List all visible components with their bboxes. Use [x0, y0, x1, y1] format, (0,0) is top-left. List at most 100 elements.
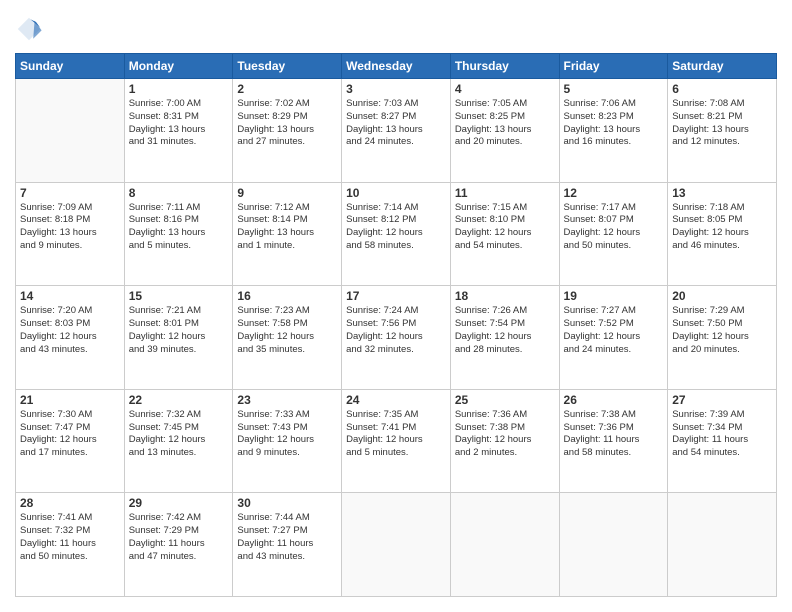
calendar-cell: 30 Sunrise: 7:44 AM Sunset: 7:27 PM Dayli… — [233, 493, 342, 597]
cell-info: Sunrise: 7:26 AM Sunset: 7:54 PM Dayligh… — [455, 305, 555, 356]
calendar-cell: 2Sunrise: 7:02 AM Sunset: 8:29 PM Daylig… — [233, 79, 342, 183]
day-number: 14 — [20, 289, 120, 303]
cell-info: Sunrise: 7:32 AM Sunset: 7:45 PM Dayligh… — [129, 409, 229, 460]
day-number: 7 — [20, 186, 120, 200]
header — [15, 15, 777, 43]
calendar-week-0: 1Sunrise: 7:00 AM Sunset: 8:31 PM Daylig… — [16, 79, 777, 183]
calendar-cell: 18 Sunrise: 7:26 AM Sunset: 7:54 PM Dayli… — [450, 286, 559, 390]
cell-info: Sunrise: 7:11 AM Sunset: 8:16 PM Dayligh… — [129, 202, 229, 253]
cell-info: Sunrise: 7:44 AM Sunset: 7:27 PM Dayligh… — [237, 512, 337, 563]
cell-info: Sunrise: 7:09 AM Sunset: 8:18 PM Dayligh… — [20, 202, 120, 253]
calendar-week-2: 14 Sunrise: 7:20 AM Sunset: 8:03 PM Dayli… — [16, 286, 777, 390]
day-number: 15 — [129, 289, 229, 303]
cell-info: Sunrise: 7:15 AM Sunset: 8:10 PM Dayligh… — [455, 202, 555, 253]
day-number: 26 — [564, 393, 664, 407]
calendar-cell — [450, 493, 559, 597]
calendar-week-4: 28 Sunrise: 7:41 AM Sunset: 7:32 PM Dayli… — [16, 493, 777, 597]
day-header-sunday: Sunday — [16, 54, 125, 79]
calendar-cell — [16, 79, 125, 183]
day-number: 24 — [346, 393, 446, 407]
day-number: 3 — [346, 82, 446, 96]
cell-info: Sunrise: 7:08 AM Sunset: 8:21 PM Dayligh… — [672, 98, 772, 149]
calendar-cell: 11 Sunrise: 7:15 AM Sunset: 8:10 PM Dayli… — [450, 182, 559, 286]
cell-info: Sunrise: 7:18 AM Sunset: 8:05 PM Dayligh… — [672, 202, 772, 253]
day-header-saturday: Saturday — [668, 54, 777, 79]
day-header-monday: Monday — [124, 54, 233, 79]
calendar-cell: 21Sunrise: 7:30 AM Sunset: 7:47 PM Dayli… — [16, 389, 125, 493]
cell-info: Sunrise: 7:41 AM Sunset: 7:32 PM Dayligh… — [20, 512, 120, 563]
calendar-week-1: 7 Sunrise: 7:09 AM Sunset: 8:18 PM Daylig… — [16, 182, 777, 286]
calendar-cell: 14 Sunrise: 7:20 AM Sunset: 8:03 PM Dayli… — [16, 286, 125, 390]
cell-info: Sunrise: 7:06 AM Sunset: 8:23 PM Dayligh… — [564, 98, 664, 149]
day-header-tuesday: Tuesday — [233, 54, 342, 79]
cell-info: Sunrise: 7:12 AM Sunset: 8:14 PM Dayligh… — [237, 202, 337, 253]
day-number: 16 — [237, 289, 337, 303]
calendar-cell: 8 Sunrise: 7:11 AM Sunset: 8:16 PM Daylig… — [124, 182, 233, 286]
day-number: 9 — [237, 186, 337, 200]
calendar-week-3: 21Sunrise: 7:30 AM Sunset: 7:47 PM Dayli… — [16, 389, 777, 493]
calendar-table: SundayMondayTuesdayWednesdayThursdayFrid… — [15, 53, 777, 597]
day-number: 13 — [672, 186, 772, 200]
day-header-thursday: Thursday — [450, 54, 559, 79]
calendar-cell: 19 Sunrise: 7:27 AM Sunset: 7:52 PM Dayli… — [559, 286, 668, 390]
calendar-cell: 24 Sunrise: 7:35 AM Sunset: 7:41 PM Dayli… — [342, 389, 451, 493]
cell-info: Sunrise: 7:14 AM Sunset: 8:12 PM Dayligh… — [346, 202, 446, 253]
calendar-cell: 17Sunrise: 7:24 AM Sunset: 7:56 PM Dayli… — [342, 286, 451, 390]
day-number: 12 — [564, 186, 664, 200]
calendar-cell: 13 Sunrise: 7:18 AM Sunset: 8:05 PM Dayli… — [668, 182, 777, 286]
cell-info: Sunrise: 7:38 AM Sunset: 7:36 PM Dayligh… — [564, 409, 664, 460]
calendar-cell: 22Sunrise: 7:32 AM Sunset: 7:45 PM Dayli… — [124, 389, 233, 493]
day-number: 8 — [129, 186, 229, 200]
cell-info: Sunrise: 7:39 AM Sunset: 7:34 PM Dayligh… — [672, 409, 772, 460]
calendar-cell: 26 Sunrise: 7:38 AM Sunset: 7:36 PM Dayli… — [559, 389, 668, 493]
day-number: 30 — [237, 496, 337, 510]
day-number: 11 — [455, 186, 555, 200]
cell-info: Sunrise: 7:29 AM Sunset: 7:50 PM Dayligh… — [672, 305, 772, 356]
calendar-cell: 12 Sunrise: 7:17 AM Sunset: 8:07 PM Dayli… — [559, 182, 668, 286]
calendar-cell: 5 Sunrise: 7:06 AM Sunset: 8:23 PM Daylig… — [559, 79, 668, 183]
calendar-cell: 27 Sunrise: 7:39 AM Sunset: 7:34 PM Dayli… — [668, 389, 777, 493]
cell-info: Sunrise: 7:27 AM Sunset: 7:52 PM Dayligh… — [564, 305, 664, 356]
logo — [15, 15, 45, 43]
day-number: 23 — [237, 393, 337, 407]
calendar-cell: 4 Sunrise: 7:05 AM Sunset: 8:25 PM Daylig… — [450, 79, 559, 183]
calendar-cell: 25Sunrise: 7:36 AM Sunset: 7:38 PM Dayli… — [450, 389, 559, 493]
cell-info: Sunrise: 7:23 AM Sunset: 7:58 PM Dayligh… — [237, 305, 337, 356]
day-number: 1 — [129, 82, 229, 96]
calendar-cell: 15 Sunrise: 7:21 AM Sunset: 8:01 PM Dayli… — [124, 286, 233, 390]
calendar-cell: 1Sunrise: 7:00 AM Sunset: 8:31 PM Daylig… — [124, 79, 233, 183]
calendar-cell: 3 Sunrise: 7:03 AM Sunset: 8:27 PM Daylig… — [342, 79, 451, 183]
day-number: 21 — [20, 393, 120, 407]
calendar-cell: 29 Sunrise: 7:42 AM Sunset: 7:29 PM Dayli… — [124, 493, 233, 597]
day-number: 5 — [564, 82, 664, 96]
day-number: 19 — [564, 289, 664, 303]
day-number: 29 — [129, 496, 229, 510]
calendar-cell — [559, 493, 668, 597]
day-number: 6 — [672, 82, 772, 96]
cell-info: Sunrise: 7:20 AM Sunset: 8:03 PM Dayligh… — [20, 305, 120, 356]
day-number: 28 — [20, 496, 120, 510]
cell-info: Sunrise: 7:24 AM Sunset: 7:56 PM Dayligh… — [346, 305, 446, 356]
day-number: 2 — [237, 82, 337, 96]
calendar-cell: 20Sunrise: 7:29 AM Sunset: 7:50 PM Dayli… — [668, 286, 777, 390]
day-number: 27 — [672, 393, 772, 407]
day-number: 25 — [455, 393, 555, 407]
cell-info: Sunrise: 7:35 AM Sunset: 7:41 PM Dayligh… — [346, 409, 446, 460]
calendar-cell: 7 Sunrise: 7:09 AM Sunset: 8:18 PM Daylig… — [16, 182, 125, 286]
day-header-wednesday: Wednesday — [342, 54, 451, 79]
logo-icon — [15, 15, 43, 43]
cell-info: Sunrise: 7:05 AM Sunset: 8:25 PM Dayligh… — [455, 98, 555, 149]
calendar-cell — [668, 493, 777, 597]
day-number: 18 — [455, 289, 555, 303]
cell-info: Sunrise: 7:03 AM Sunset: 8:27 PM Dayligh… — [346, 98, 446, 149]
cell-info: Sunrise: 7:17 AM Sunset: 8:07 PM Dayligh… — [564, 202, 664, 253]
cell-info: Sunrise: 7:33 AM Sunset: 7:43 PM Dayligh… — [237, 409, 337, 460]
cell-info: Sunrise: 7:42 AM Sunset: 7:29 PM Dayligh… — [129, 512, 229, 563]
calendar-cell: 16 Sunrise: 7:23 AM Sunset: 7:58 PM Dayli… — [233, 286, 342, 390]
day-number: 4 — [455, 82, 555, 96]
calendar-header-row: SundayMondayTuesdayWednesdayThursdayFrid… — [16, 54, 777, 79]
calendar-cell — [342, 493, 451, 597]
calendar-cell: 28 Sunrise: 7:41 AM Sunset: 7:32 PM Dayli… — [16, 493, 125, 597]
cell-info: Sunrise: 7:21 AM Sunset: 8:01 PM Dayligh… — [129, 305, 229, 356]
day-number: 10 — [346, 186, 446, 200]
